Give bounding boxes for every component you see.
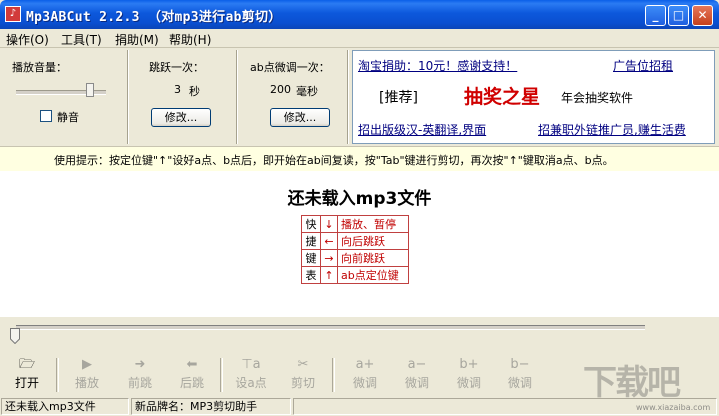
shortcut-row: 表 ↑ ab点定位键 — [301, 266, 409, 284]
forward-icon: ➜ — [134, 357, 146, 372]
fine-tune-label: ab点微调一次： — [250, 61, 330, 74]
status-file: 还未载入mp3文件 — [1, 398, 129, 415]
title-bar[interactable]: ♪ Mp3ABCut 2.2.3 （对mp3进行ab剪切） _ □ ✕ — [0, 0, 719, 29]
cut-button[interactable]: ✂ 剪切 — [278, 356, 328, 394]
mute-label: 静音 — [57, 111, 79, 124]
donate-link[interactable]: 淘宝捐助：10元！感谢支持！ — [358, 57, 517, 74]
toolbar-separator — [220, 358, 223, 392]
jump-back-button[interactable]: ⬅ 后跳 — [167, 356, 217, 394]
cut-label: 剪切 — [290, 376, 315, 390]
a-plus-icon: a+ — [355, 357, 375, 372]
main-area: 还未载入mp3文件 快 ↓ 播放、暂停 捷 ← 向后跳跃 键 → 向前跳跃 表 … — [0, 171, 719, 317]
shortcut-row: 快 ↓ 播放、暂停 — [301, 215, 409, 233]
app-icon[interactable]: ♪ — [5, 6, 21, 22]
shortcut-row: 捷 ← 向后跳跃 — [301, 232, 409, 250]
menu-help[interactable]: 帮助(H) — [169, 31, 211, 48]
open-label: 打开 — [14, 376, 39, 390]
toolbar-separator — [332, 358, 335, 392]
fine-b-plus-button[interactable]: b+ 微调 — [444, 356, 494, 394]
open-folder-icon: 🗁 — [18, 357, 36, 372]
fine-a-minus-label: 微调 — [404, 376, 429, 390]
menu-donate[interactable]: 捐助(M) — [115, 31, 159, 48]
progress-track[interactable] — [16, 325, 645, 330]
shortcut-char: 键 — [301, 249, 321, 267]
translate-link[interactable]: 招出版级汉-英翻译,界面 — [358, 121, 486, 138]
toolbar-separator — [56, 358, 59, 392]
jump-forward-button[interactable]: ➜ 前跳 — [115, 356, 165, 394]
up-arrow-icon: ↑ — [320, 266, 338, 284]
shortcut-desc: 向前跳跃 — [337, 249, 409, 267]
fine-b-minus-label: 微调 — [507, 376, 532, 390]
jump-back-label: 后跳 — [179, 376, 204, 390]
parttime-link[interactable]: 招兼职外链推广员,赚生活费 — [538, 121, 686, 138]
load-status: 还未载入mp3文件 — [287, 189, 432, 209]
jump-modify-button[interactable]: 修改... — [151, 108, 211, 127]
ad-panel: 淘宝捐助：10元！感谢支持！ 广告位招租 [推荐] 抽奖之星 年会抽奖软件 招出… — [352, 50, 715, 144]
shortcut-desc: ab点定位键 — [337, 266, 409, 284]
a-minus-icon: a− — [407, 357, 427, 372]
watermark-url: www.xiazaiba.com — [636, 403, 711, 412]
usage-tip: 使用提示：按定位键"↑"设好a点、b点后，即开始在ab间复读，按"Tab"键进行… — [54, 154, 614, 167]
menu-tools[interactable]: 工具(T) — [61, 31, 102, 48]
fine-b-minus-button[interactable]: b− 微调 — [495, 356, 545, 394]
shortcut-desc: 向后跳跃 — [337, 232, 409, 250]
play-icon: ▶ — [82, 357, 92, 372]
volume-label: 播放音量： — [12, 61, 67, 74]
minimize-button[interactable]: _ — [645, 5, 666, 26]
lottery-subtitle[interactable]: 年会抽奖软件 — [561, 89, 633, 106]
close-button[interactable]: ✕ — [692, 5, 713, 26]
fine-a-minus-button[interactable]: a− 微调 — [392, 356, 442, 394]
lottery-title[interactable]: 抽奖之星 — [464, 82, 540, 109]
jump-unit: 秒 — [189, 85, 200, 98]
fine-tune-unit: 毫秒 — [296, 85, 318, 98]
set-a-label: 设a点 — [235, 376, 267, 390]
maximize-button[interactable]: □ — [668, 5, 689, 26]
play-label: 播放 — [74, 376, 99, 390]
fine-tune-value: 200 — [270, 83, 291, 96]
shortcut-table: 快 ↓ 播放、暂停 捷 ← 向后跳跃 键 → 向前跳跃 表 ↑ ab点定位键 — [301, 215, 409, 284]
set-a-icon: ⊤a — [241, 357, 261, 372]
set-a-point-button[interactable]: ⊤a 设a点 — [226, 356, 276, 394]
volume-panel: 播放音量： 静音 — [0, 50, 128, 144]
shortcut-char: 快 — [301, 215, 321, 233]
fine-b-plus-label: 微调 — [456, 376, 481, 390]
open-button[interactable]: 🗁 打开 — [2, 356, 52, 394]
menu-bar: 操作(O) 工具(T) 捐助(M) 帮助(H) — [0, 29, 719, 48]
shortcut-desc: 播放、暂停 — [337, 215, 409, 233]
left-arrow-icon: ← — [320, 232, 338, 250]
b-minus-icon: b− — [510, 357, 530, 372]
fine-tune-panel: ab点微调一次： 200 毫秒 修改... — [238, 50, 348, 144]
jump-value: 3 — [174, 83, 181, 96]
right-arrow-icon: → — [320, 249, 338, 267]
fine-a-plus-label: 微调 — [352, 376, 377, 390]
shortcut-row: 键 → 向前跳跃 — [301, 249, 409, 267]
jump-label: 跳跃一次： — [149, 61, 204, 74]
b-plus-icon: b+ — [459, 357, 479, 372]
shortcut-char: 捷 — [301, 232, 321, 250]
scissors-icon: ✂ — [297, 357, 309, 372]
down-arrow-icon: ↓ — [320, 215, 338, 233]
status-brand: 新品牌名：MP3剪切助手 — [131, 398, 291, 415]
mute-checkbox[interactable] — [40, 110, 52, 122]
menu-operate[interactable]: 操作(O) — [6, 31, 49, 48]
watermark-logo: 下载吧 — [583, 363, 681, 403]
back-icon: ⬅ — [186, 357, 198, 372]
tip-bar: 使用提示：按定位键"↑"设好a点、b点后，即开始在ab间复读，按"Tab"键进行… — [0, 146, 719, 172]
shortcut-char: 表 — [301, 266, 321, 284]
recommend-tag: [推荐] — [379, 90, 418, 106]
fine-tune-modify-button[interactable]: 修改... — [270, 108, 330, 127]
ad-rent-link[interactable]: 广告位招租 — [613, 57, 673, 74]
play-button[interactable]: ▶ 播放 — [62, 356, 112, 394]
fine-a-plus-button[interactable]: a+ 微调 — [340, 356, 390, 394]
jump-panel: 跳跃一次： 3 秒 修改... — [129, 50, 237, 144]
controls-area: 播放音量： 静音 跳跃一次： 3 秒 修改... ab点微调一次： 200 毫秒… — [0, 48, 719, 146]
jump-forward-label: 前跳 — [127, 376, 152, 390]
progress-thumb[interactable] — [10, 328, 20, 344]
progress-area — [0, 317, 719, 354]
window-title: Mp3ABCut 2.2.3 （对mp3进行ab剪切） — [26, 10, 282, 25]
volume-slider-thumb[interactable] — [85, 83, 94, 97]
